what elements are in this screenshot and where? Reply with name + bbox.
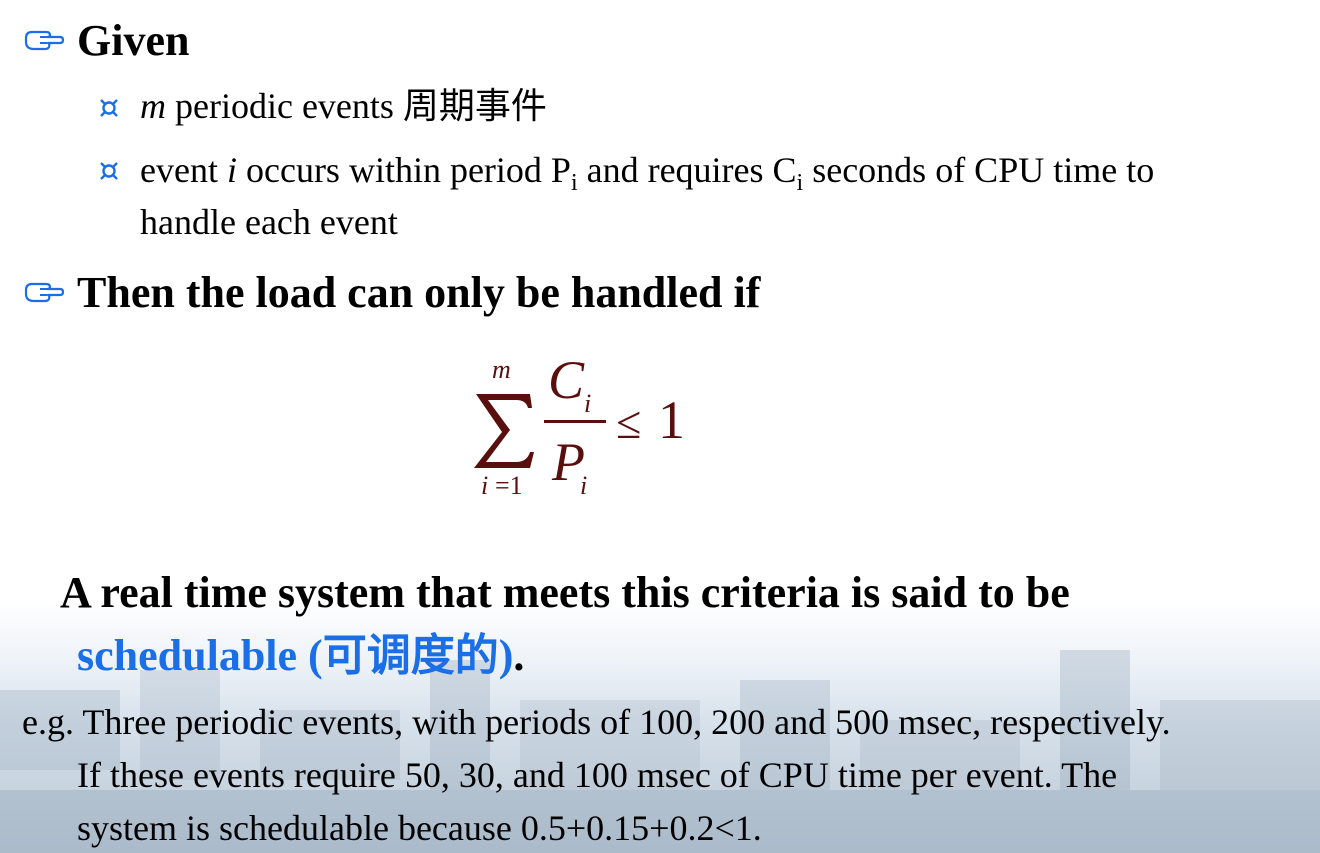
numerator: C <box>548 350 585 410</box>
criteria-line-1: A real time system that meets this crite… <box>60 568 1070 617</box>
given-item-2-period: occurs within period P <box>236 150 571 190</box>
pointing-hand-icon <box>24 282 64 303</box>
given-item-2-suffix: seconds of CPU time to <box>803 150 1155 190</box>
given-heading: Given <box>77 16 190 65</box>
given-item-2-line-1: event i occurs within period Pi and requ… <box>140 152 1154 195</box>
sum-upper-limit: m <box>492 355 511 384</box>
criteria-line-2: schedulable (可调度的). <box>77 634 524 678</box>
denominator-subscript: i <box>580 471 587 500</box>
given-item-1: m periodic events 周期事件 <box>140 88 547 124</box>
schedulability-formula: m i =1 C i P i ≤ 1 <box>474 350 685 500</box>
subscript-i: i <box>570 170 578 196</box>
given-item-2-requires: and requires C <box>577 150 797 190</box>
schedulable-term: schedulable (可调度的) <box>77 631 514 680</box>
given-item-2-prefix: event <box>140 150 227 190</box>
given-item-1-text: periodic events 周期事件 <box>166 86 547 126</box>
criteria-end-period: . <box>513 631 525 680</box>
pointing-hand-icon <box>24 30 64 51</box>
example-line-2: If these events require 50, 30, and 100 … <box>77 755 1118 795</box>
slide: { "section_given": { "heading": "Given",… <box>0 0 1320 853</box>
relation-sign: ≤ <box>616 397 641 448</box>
summation-sign <box>474 394 534 468</box>
fraction-bar <box>544 420 606 423</box>
currency-sign-bullet-icon <box>100 162 118 180</box>
then-heading: Then the load can only be handled if <box>77 268 761 317</box>
example-line-1: e.g. Three periodic events, with periods… <box>22 702 1171 742</box>
currency-sign-bullet-icon <box>100 99 118 117</box>
variable-i: i <box>226 150 237 190</box>
sum-lower-eq: =1 <box>495 471 523 500</box>
variable-m: m <box>140 86 166 126</box>
formula-rhs: 1 <box>658 390 685 450</box>
numerator-subscript: i <box>584 389 591 418</box>
sum-lower-var: i <box>481 471 488 500</box>
given-item-2-line-2: handle each event <box>140 202 398 242</box>
example-line-3: system is schedulable because 0.5+0.15+0… <box>77 808 762 848</box>
